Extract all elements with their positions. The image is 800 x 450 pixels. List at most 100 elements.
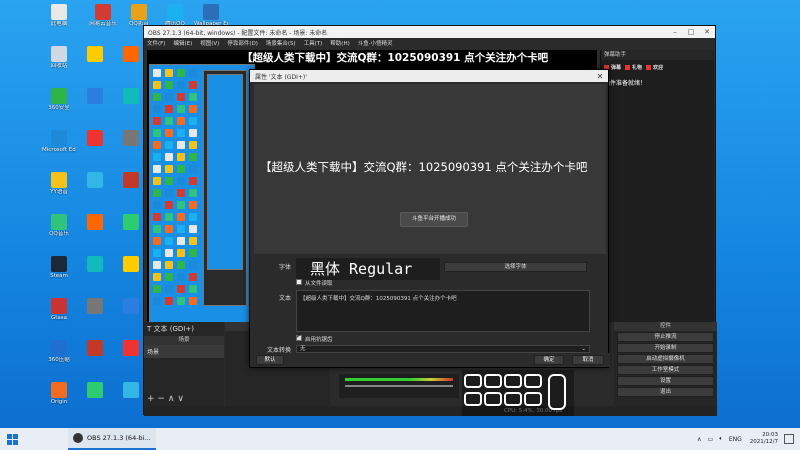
ok-button[interactable]: 确定	[534, 355, 564, 365]
mini-icon	[165, 93, 173, 101]
desktop-icon[interactable]: Origin	[42, 382, 76, 405]
add-icon[interactable]: +	[147, 394, 155, 404]
desktop-icon[interactable]: QQ音乐	[42, 214, 76, 237]
exit-button[interactable]: 退出	[617, 387, 714, 397]
windows-icon	[6, 433, 18, 445]
maximize-icon[interactable]: □	[683, 28, 699, 36]
desktop-icon[interactable]	[78, 130, 112, 146]
mini-icon	[165, 105, 173, 113]
down-icon[interactable]: ∨	[177, 394, 184, 404]
mini-icon	[165, 177, 173, 185]
obs-title-bar[interactable]: OBS 27.1.3 (64-bit, windows) - 配置文件: 未命名…	[144, 26, 715, 38]
text-row: 文本 【超级人类下载中】交流Q群：1025090391 点个关注办个卡吧	[254, 290, 606, 332]
desktop-icon[interactable]: 360安全	[42, 88, 76, 111]
desktop-icon[interactable]	[78, 256, 112, 272]
transform-select[interactable]: 无 ⌄	[296, 345, 590, 353]
start-recording-button[interactable]: 开始录制	[617, 343, 714, 353]
text-input[interactable]: 【超级人类下载中】交流Q群：1025090391 点个关注办个卡吧	[296, 290, 590, 332]
desktop-icon[interactable]: Gtasa	[42, 298, 76, 321]
controls-panel: 控件 停止推流 开始录制 启动虚拟摄像机 工作室模式 设置 退出	[614, 322, 717, 406]
mini-icon	[189, 93, 197, 101]
desktop-icon[interactable]: Microsoft Edge	[42, 130, 76, 153]
studio-mode-button[interactable]: 工作室模式	[617, 365, 714, 375]
menu-scene-collection[interactable]: 场景集合(S)	[266, 39, 296, 47]
defaults-button[interactable]: 默认	[256, 355, 284, 365]
menu-tools[interactable]: 工具(T)	[304, 39, 323, 47]
mini-icon	[189, 81, 197, 89]
antialias-checkbox[interactable]	[296, 333, 302, 341]
mini-icon	[189, 273, 197, 281]
desktop-icon[interactable]: 网易云音乐	[86, 4, 120, 27]
mouse-icon	[548, 374, 566, 410]
mini-icon	[177, 273, 185, 281]
mini-icon	[177, 261, 185, 269]
desktop-icon[interactable]	[78, 172, 112, 188]
app-icon	[87, 172, 103, 188]
desktop-icon-label: Gtasa	[50, 315, 68, 321]
menu-file[interactable]: 文件(F)	[147, 39, 165, 47]
desktop-icon[interactable]: 360压缩	[42, 340, 76, 363]
filter-gift[interactable]: 礼物	[625, 64, 642, 71]
volume-icon[interactable]: 🔈︎	[719, 435, 723, 443]
close-icon[interactable]: ✕	[592, 72, 608, 81]
clock[interactable]: 20:03 2021/12/7	[750, 432, 778, 446]
properties-dialog[interactable]: 属性 '文本 (GDI+)' ✕ 【超级人类下载中】交流Q群：102509039…	[249, 69, 610, 368]
from-file-checkbox[interactable]	[296, 279, 302, 285]
desktop-icon[interactable]: QQ影音	[122, 4, 156, 27]
stop-stream-button[interactable]: 停止推流	[617, 332, 714, 342]
clock-date: 2021/12/7	[749, 439, 778, 445]
mini-icon	[177, 141, 185, 149]
scene-item[interactable]: 场景	[144, 345, 224, 358]
watermark-logo	[462, 370, 574, 416]
mini-icon	[189, 129, 197, 137]
mini-icon	[153, 177, 161, 185]
desktop-icon[interactable]	[78, 46, 112, 62]
menu-help[interactable]: 帮助(H)	[330, 39, 349, 47]
language-indicator[interactable]: ENG	[729, 436, 742, 443]
desktop-icon[interactable]: 回收站	[42, 46, 76, 69]
menu-douyu[interactable]: 斗鱼·小悟精灵	[358, 39, 393, 47]
remove-icon[interactable]: −	[157, 394, 165, 404]
desktop-icon[interactable]	[78, 298, 112, 314]
cancel-button[interactable]: 取消	[572, 355, 604, 365]
select-font-button[interactable]: 选择字体	[444, 262, 587, 272]
desktop-icon[interactable]: 此电脑	[42, 4, 76, 27]
app-icon	[51, 340, 67, 356]
desktop-icon[interactable]	[78, 214, 112, 230]
taskbar: OBS 27.1.3 (64-bi... ∧ ▭ 🔈︎ ENG 20:03 20…	[0, 428, 800, 450]
network-icon[interactable]: ▭	[708, 436, 714, 443]
desktop-icon[interactable]	[78, 340, 112, 356]
app-icon	[87, 46, 103, 62]
app-icon	[87, 298, 103, 314]
mini-icon	[177, 201, 185, 209]
dialog-title-bar[interactable]: 属性 '文本 (GDI+)' ✕	[250, 70, 608, 82]
desktop-icon[interactable]: Steam	[42, 256, 76, 279]
menu-docks[interactable]: 停靠部件(D)	[227, 39, 258, 47]
desktop-icon[interactable]: 腾讯QQ	[158, 4, 192, 27]
menu-view[interactable]: 视图(V)	[200, 39, 219, 47]
desktop-icon[interactable]: YY语音	[42, 172, 76, 195]
desktop-icon[interactable]	[78, 382, 112, 398]
mini-icon	[153, 81, 161, 89]
desktop-icon[interactable]: Wallpaper Engine	[194, 4, 228, 27]
desktop-icon[interactable]	[78, 88, 112, 104]
up-icon[interactable]: ∧	[168, 394, 175, 404]
start-button[interactable]	[0, 433, 24, 445]
taskbar-obs[interactable]: OBS 27.1.3 (64-bi...	[68, 428, 156, 450]
close-icon[interactable]: ✕	[699, 28, 715, 36]
mini-icon	[177, 297, 185, 305]
settings-button[interactable]: 设置	[617, 376, 714, 386]
scene-toolbar: + − ∧ ∨	[147, 394, 184, 404]
tray-chevron-icon[interactable]: ∧	[697, 436, 701, 443]
virtual-camera-button[interactable]: 启动虚拟摄像机	[617, 354, 714, 364]
mini-icon	[153, 285, 161, 293]
mini-icon	[177, 249, 185, 257]
filter-welcome[interactable]: 欢迎	[646, 64, 663, 71]
menu-edit[interactable]: 编辑(E)	[173, 39, 192, 47]
mini-icon	[153, 237, 161, 245]
volume-slider[interactable]	[345, 385, 453, 387]
mini-icon	[189, 285, 197, 293]
notification-icon[interactable]	[784, 434, 794, 444]
chevron-down-icon: ⌄	[581, 346, 586, 352]
minimize-icon[interactable]: –	[667, 28, 683, 36]
